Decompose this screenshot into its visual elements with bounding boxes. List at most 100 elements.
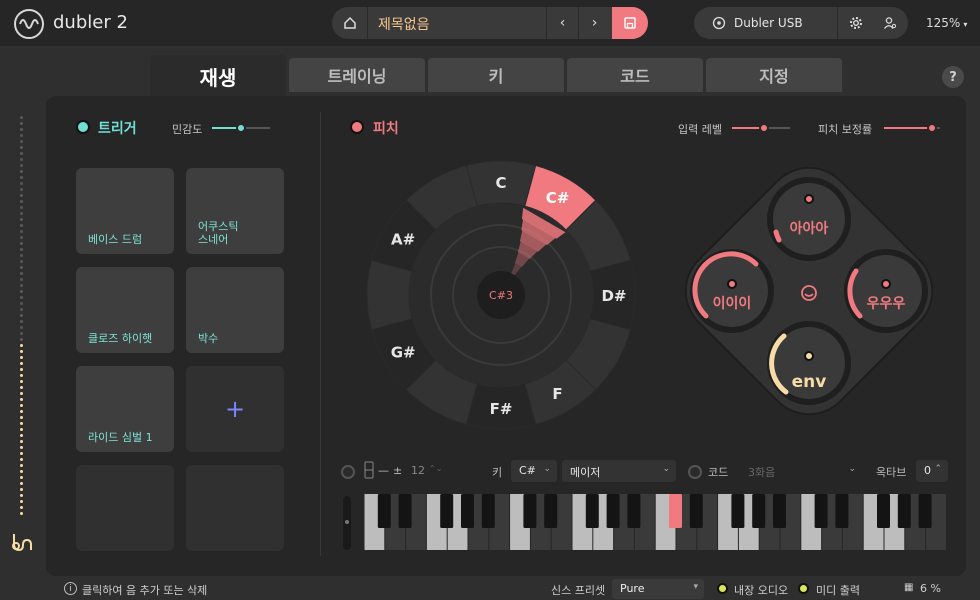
trigger-title: 트리거 bbox=[98, 121, 137, 137]
trigger-pad[interactable]: 클로즈 하이햇 bbox=[76, 267, 174, 353]
save-icon bbox=[624, 17, 636, 29]
key-dropdown[interactable]: C# ⌄ bbox=[511, 460, 557, 482]
zoom-value: 125% bbox=[926, 16, 961, 30]
trigger-pad[interactable]: 박수 bbox=[186, 267, 284, 353]
black-key[interactable] bbox=[544, 494, 558, 528]
black-key[interactable] bbox=[752, 494, 766, 528]
black-key[interactable] bbox=[669, 494, 682, 528]
meter-dot bbox=[20, 260, 23, 263]
current-note: C#3 bbox=[489, 289, 513, 302]
loop-icon[interactable] bbox=[10, 530, 34, 558]
vowel-right-label: 우우우 bbox=[867, 296, 906, 312]
mod-wheel-handle[interactable] bbox=[345, 520, 349, 524]
meter-dot bbox=[20, 326, 23, 329]
meter-dot bbox=[20, 158, 23, 161]
chord-dropdown[interactable]: 3화음 ⌄ bbox=[740, 460, 862, 482]
black-key[interactable] bbox=[377, 494, 391, 528]
pitch-bend-label: ± bbox=[393, 464, 403, 477]
trigger-pad[interactable]: 라이드 심벌 1 bbox=[76, 366, 174, 452]
note-label: F bbox=[552, 385, 562, 403]
note-segment[interactable] bbox=[366, 259, 413, 331]
pitch-led[interactable] bbox=[350, 120, 364, 134]
add-pad-button[interactable]: + bbox=[186, 366, 284, 452]
tab-training[interactable]: 트레이닝 bbox=[289, 58, 425, 92]
meter-dot bbox=[20, 188, 23, 191]
synth-preset-dropdown[interactable]: Pure ▾ bbox=[612, 579, 704, 599]
black-key[interactable] bbox=[585, 494, 599, 528]
vowel-knob-right[interactable]: 우우우 bbox=[844, 249, 928, 333]
zoom-dropdown[interactable]: 125% ▾ bbox=[926, 16, 967, 30]
black-key[interactable] bbox=[814, 494, 828, 528]
sensitivity-knob[interactable] bbox=[236, 123, 246, 133]
previous-file-button[interactable]: ‹ bbox=[546, 7, 578, 39]
stepper-icon: ⌃ bbox=[934, 464, 942, 474]
top-bar: dubler 2 제목없음 ‹ › Dubler USB 125% ▾ bbox=[0, 0, 980, 46]
mod-wheel[interactable] bbox=[343, 496, 351, 550]
black-key[interactable] bbox=[627, 494, 641, 528]
next-file-button[interactable]: › bbox=[578, 7, 610, 39]
internal-audio-led[interactable] bbox=[717, 583, 728, 594]
vowel-knob-top[interactable]: 아아아 bbox=[767, 177, 851, 261]
piano-keyboard[interactable] bbox=[364, 494, 948, 550]
stepper-icon[interactable]: ⌃⌄ bbox=[429, 464, 442, 473]
user-icon bbox=[883, 17, 897, 29]
info-icon: i bbox=[64, 582, 77, 595]
scale-dropdown[interactable]: 메이저 ⌄ bbox=[562, 460, 676, 482]
black-key[interactable] bbox=[773, 494, 786, 528]
account-button[interactable] bbox=[874, 7, 906, 39]
save-button[interactable] bbox=[612, 7, 648, 39]
settings-button[interactable] bbox=[840, 7, 872, 39]
pitch-bend-led[interactable] bbox=[341, 465, 355, 479]
file-name[interactable]: 제목없음 bbox=[378, 14, 430, 34]
sensitivity-slider[interactable] bbox=[212, 123, 270, 133]
black-key[interactable] bbox=[523, 494, 537, 528]
meter-dot bbox=[20, 296, 23, 299]
input-level-knob[interactable] bbox=[759, 123, 769, 133]
home-button[interactable] bbox=[332, 7, 368, 39]
pitch-bend-dash: — bbox=[378, 464, 389, 477]
trigger-led[interactable] bbox=[76, 120, 90, 134]
trigger-pad[interactable]: 베이스 드럼 bbox=[76, 168, 174, 254]
meter-dot bbox=[20, 128, 23, 131]
vowel-knob-left[interactable]: 이이이 bbox=[690, 249, 774, 333]
tab-assign[interactable]: 지정 bbox=[706, 58, 842, 92]
key-value: C# bbox=[519, 464, 536, 477]
meter-dot bbox=[20, 368, 23, 371]
device-name: Dubler USB bbox=[734, 16, 803, 30]
black-key[interactable] bbox=[877, 494, 890, 528]
meter-dot bbox=[20, 452, 23, 455]
pad-label: 라이드 심벌 1 bbox=[88, 431, 153, 444]
target-icon bbox=[712, 16, 726, 30]
chord-led[interactable] bbox=[688, 465, 702, 479]
black-key[interactable] bbox=[481, 494, 495, 528]
meter-dot bbox=[20, 116, 23, 119]
pitch-wheel[interactable]: C C# D# F F# G# A# C#3 bbox=[366, 160, 636, 430]
black-key[interactable] bbox=[461, 494, 474, 528]
black-key[interactable] bbox=[689, 494, 703, 528]
trigger-pad[interactable]: 어쿠스틱 스네어 bbox=[186, 168, 284, 254]
black-key[interactable] bbox=[897, 494, 911, 528]
tab-chord[interactable]: 코드 bbox=[567, 58, 703, 92]
chevron-down-icon: ▾ bbox=[963, 20, 968, 29]
input-level-slider[interactable] bbox=[732, 123, 790, 133]
black-key[interactable] bbox=[835, 494, 849, 528]
tab-key[interactable]: 키 bbox=[428, 58, 564, 92]
tab-play[interactable]: 재생 bbox=[150, 55, 286, 97]
pitch-correction-slider[interactable] bbox=[884, 123, 940, 133]
octave-stepper[interactable]: 0 ⌃ bbox=[916, 460, 948, 482]
meter-dot bbox=[20, 350, 23, 353]
black-key[interactable] bbox=[398, 494, 412, 528]
device-selector[interactable]: Dubler USB bbox=[694, 7, 838, 39]
black-key[interactable] bbox=[440, 494, 454, 528]
vowel-left-label: 이이이 bbox=[713, 295, 752, 312]
envelope-knob[interactable]: env bbox=[767, 321, 851, 405]
help-button[interactable]: ? bbox=[942, 66, 964, 88]
pitch-correction-knob[interactable] bbox=[927, 123, 937, 133]
black-key[interactable] bbox=[918, 494, 932, 528]
pitch-bend-value[interactable]: 12 bbox=[411, 464, 425, 477]
black-key[interactable] bbox=[606, 494, 620, 528]
meter-dot bbox=[20, 338, 23, 341]
chevron-down-icon: ⌄ bbox=[662, 464, 670, 474]
midi-out-led[interactable] bbox=[798, 583, 809, 594]
black-key[interactable] bbox=[731, 494, 745, 528]
